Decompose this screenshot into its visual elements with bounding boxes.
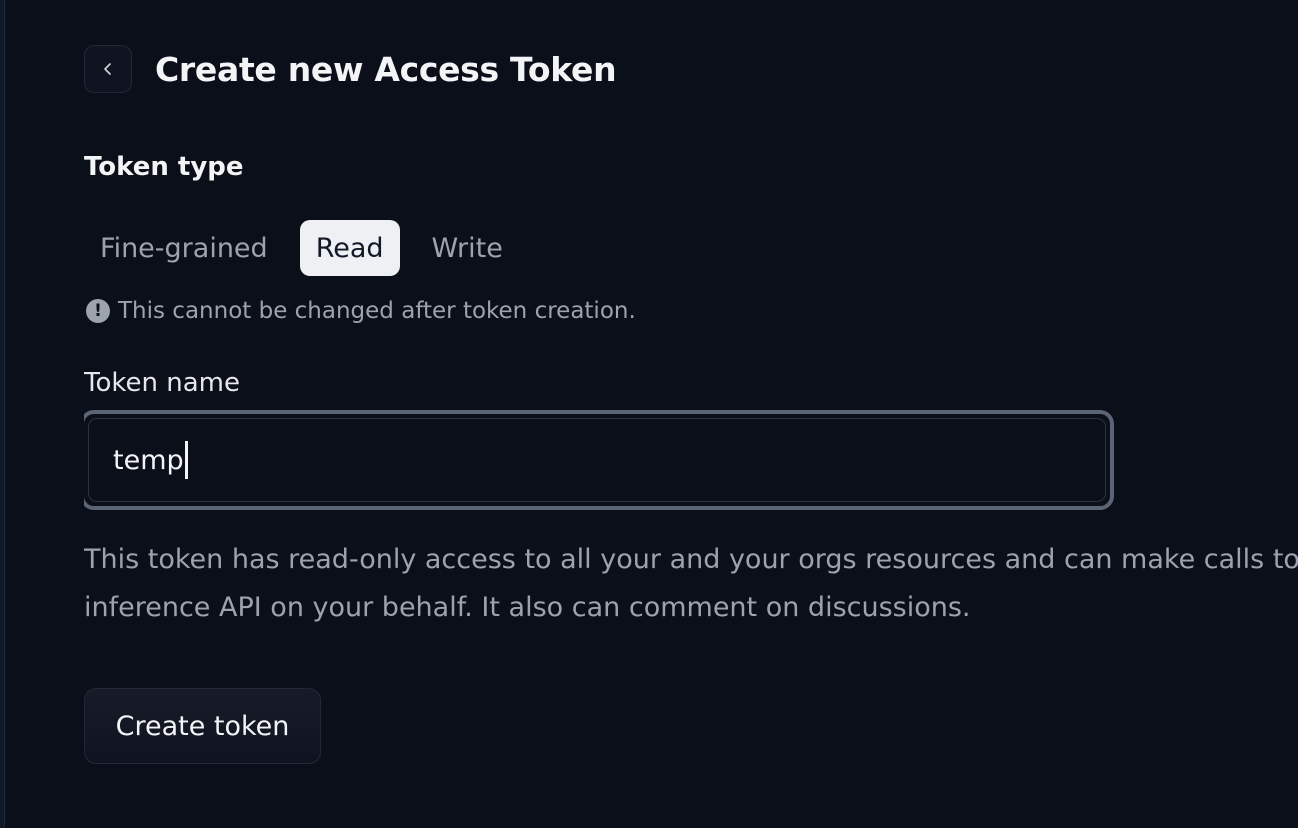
token-type-selector: Fine-grained Read Write [84,220,519,276]
token-type-option-write[interactable]: Write [416,220,519,276]
token-type-label: Token type [84,152,244,182]
page-header: Create new Access Token [84,45,617,93]
token-type-note-text: This cannot be changed after token creat… [118,298,636,324]
token-description: This token has read-only access to all y… [84,544,1298,623]
back-button[interactable] [84,45,132,93]
token-type-note: ! This cannot be changed after token cre… [86,298,636,324]
token-name-input[interactable]: temp [88,418,1106,502]
token-name-label: Token name [84,368,240,398]
chevron-left-icon [104,63,111,75]
token-name-value: temp [113,444,184,476]
create-token-page: Create new Access Token Token type Fine-… [84,0,1298,828]
page-title: Create new Access Token [155,49,617,89]
text-caret [184,441,188,479]
token-type-option-fine-grained[interactable]: Fine-grained [84,220,284,276]
sidebar-edge [0,0,5,828]
create-token-button[interactable]: Create token [84,688,321,764]
token-type-option-read[interactable]: Read [299,220,400,276]
token-name-input-focus-ring: temp [84,410,1114,510]
exclamation-circle-icon: ! [86,299,110,323]
